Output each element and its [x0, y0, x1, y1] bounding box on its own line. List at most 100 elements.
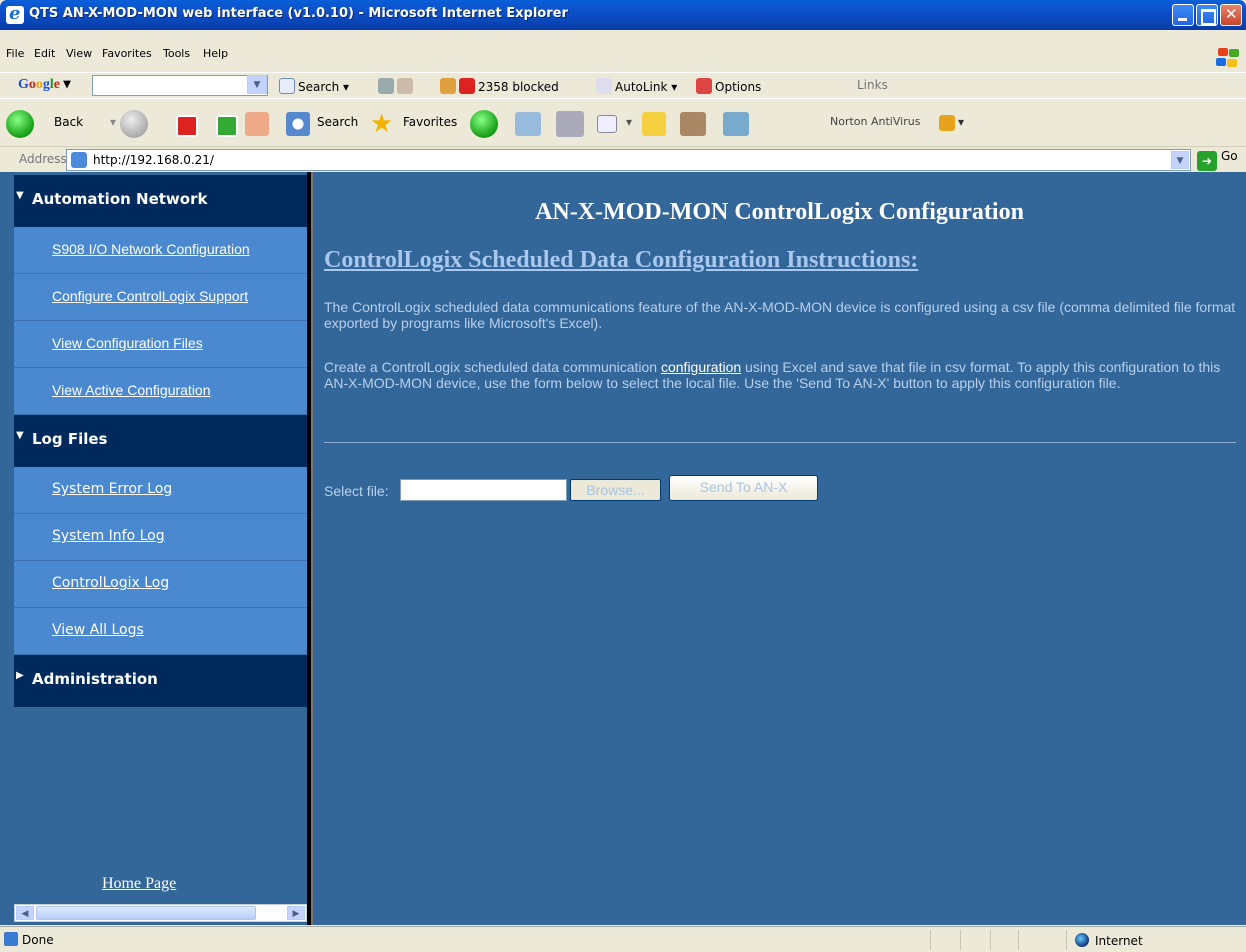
nav-item-system-info-log: System Info Log	[14, 514, 307, 561]
nav-link-configure-controllogix[interactable]: Configure ControlLogix Support	[52, 288, 248, 304]
home-page-link[interactable]: Home Page	[102, 875, 176, 893]
main-frame: AN-X-MOD-MON ControlLogix Configuration …	[313, 172, 1246, 925]
options-button[interactable]: Options	[696, 78, 761, 94]
nav-item-view-active-config: View Active Configuration	[14, 368, 307, 415]
menu-bar: File Edit View Favorites Tools Help	[0, 30, 1246, 72]
forward-arrow-icon[interactable]	[120, 110, 148, 138]
nav-link-view-all-logs[interactable]: View All Logs	[52, 622, 144, 638]
home-icon[interactable]	[245, 112, 269, 136]
edit-word-icon[interactable]	[597, 115, 617, 133]
nav-link-system-info-log[interactable]: System Info Log	[52, 528, 165, 544]
google-g-icon	[279, 78, 295, 94]
nav-link-view-active-config[interactable]: View Active Configuration	[52, 382, 211, 398]
globe-icon	[1075, 933, 1089, 947]
popup-blocker-button[interactable]: 2358 blocked	[440, 78, 559, 94]
edit-dropdown-icon[interactable]: ▾	[626, 115, 632, 129]
refresh-icon[interactable]	[216, 115, 238, 137]
instructions-paragraph-2: Create a ControlLogix scheduled data com…	[324, 359, 1221, 391]
nav-section-administration[interactable]: ▶ Administration	[14, 655, 307, 707]
status-separator	[930, 930, 931, 950]
notes-icon[interactable]	[642, 112, 666, 136]
norton-dropdown-icon[interactable]: ▾	[958, 115, 964, 129]
mail-icon[interactable]	[515, 112, 541, 136]
nav-item-configure-controllogix: Configure ControlLogix Support	[14, 274, 307, 321]
security-zone: Internet	[1075, 933, 1143, 948]
standard-toolbar: Back ▾ Search ★ Favorites ▾ Norton AntiV…	[0, 98, 1246, 146]
scroll-right-icon[interactable]: ▶	[287, 906, 305, 920]
address-bar: Address http://192.168.0.21/ ▼ ➜ Go	[0, 146, 1246, 172]
title-bar: QTS AN-X-MOD-MON web interface (v1.0.10)…	[0, 0, 1246, 30]
autolink-button[interactable]: AutoLink ▾	[596, 78, 677, 94]
menu-edit[interactable]: Edit	[34, 47, 55, 60]
nav-link-view-config-files[interactable]: View Configuration Files	[52, 335, 203, 351]
address-dropdown-icon[interactable]: ▼	[1171, 151, 1189, 169]
page-icon	[71, 152, 87, 168]
instructions-heading[interactable]: ControlLogix Scheduled Data Configuratio…	[324, 247, 918, 274]
close-button[interactable]	[1220, 4, 1242, 26]
configuration-link[interactable]: configuration	[661, 359, 741, 375]
nav-link-controllogix-log[interactable]: ControlLogix Log	[52, 575, 169, 591]
block-icon	[459, 78, 475, 94]
chevron-down-icon[interactable]: ▼	[247, 75, 267, 94]
menu-tools[interactable]: Tools	[163, 47, 190, 60]
go-button[interactable]: ➜ Go	[1197, 149, 1238, 171]
back-arrow-icon[interactable]	[6, 110, 34, 138]
scroll-left-icon[interactable]: ◀	[16, 906, 34, 920]
expanded-arrow-icon: ▼	[16, 430, 24, 441]
menu-help[interactable]: Help	[203, 47, 228, 60]
scroll-thumb[interactable]	[36, 906, 256, 920]
google-search-input[interactable]	[92, 75, 268, 96]
browse-button[interactable]: Browse...	[570, 479, 661, 501]
history-icon[interactable]	[470, 110, 498, 138]
nav-item-controllogix-log: ControlLogix Log	[14, 561, 307, 608]
address-input[interactable]: http://192.168.0.21/ ▼	[66, 149, 1191, 171]
norton-icon[interactable]	[939, 115, 955, 131]
menu-file[interactable]: File	[6, 47, 24, 60]
file-path-input[interactable]	[400, 479, 567, 501]
address-label: Address	[19, 152, 67, 166]
favorites-button[interactable]: Favorites	[403, 115, 457, 129]
nav-section-automation-network[interactable]: ▼ Automation Network	[14, 175, 307, 227]
minimize-button[interactable]	[1172, 4, 1194, 26]
back-button[interactable]: Back	[54, 115, 83, 129]
maximize-button[interactable]	[1196, 4, 1218, 26]
search-button[interactable]: Search	[317, 115, 358, 129]
research-icon[interactable]	[680, 112, 706, 136]
status-bar: Done Internet	[0, 926, 1246, 952]
messenger-icon[interactable]	[723, 112, 749, 136]
windows-logo-icon	[1214, 48, 1240, 70]
status-separator	[990, 930, 991, 950]
nav-horizontal-scrollbar[interactable]: ◀ ▶	[14, 904, 307, 922]
send-to-anx-button[interactable]: Send To AN-X	[669, 475, 818, 501]
toolbar-extra-icons[interactable]	[378, 78, 416, 94]
page-title: AN-X-MOD-MON ControlLogix Configuration	[535, 199, 1024, 225]
links-label[interactable]: Links	[857, 78, 888, 92]
search-icon[interactable]	[286, 112, 310, 136]
status-separator	[1018, 930, 1019, 950]
status-separator	[960, 930, 961, 950]
collapsed-arrow-icon: ▶	[16, 670, 24, 681]
nav-item-system-error-log: System Error Log	[14, 467, 307, 514]
menu-favorites[interactable]: Favorites	[102, 47, 152, 60]
options-icon	[696, 78, 712, 94]
favorites-star-icon[interactable]: ★	[370, 109, 393, 139]
nav-item-s908: S908 I/O Network Configuration	[14, 227, 307, 274]
google-search-button[interactable]: Search ▾	[279, 78, 349, 94]
nav-frame: ▼ Automation Network S908 I/O Network Co…	[14, 175, 307, 925]
window-title: QTS AN-X-MOD-MON web interface (v1.0.10)…	[29, 6, 568, 21]
menu-view[interactable]: View	[66, 47, 92, 60]
status-separator	[1066, 930, 1067, 950]
norton-antivirus-label[interactable]: Norton AntiVirus	[830, 115, 920, 128]
nav-item-view-all-logs: View All Logs	[14, 608, 307, 655]
google-logo[interactable]: Google ▾	[18, 76, 71, 93]
print-icon[interactable]	[556, 111, 584, 137]
nav-link-s908[interactable]: S908 I/O Network Configuration	[52, 241, 250, 257]
divider-line	[324, 442, 1236, 443]
pagerank-icon	[378, 78, 394, 94]
instructions-paragraph-1: The ControlLogix scheduled data communic…	[324, 299, 1236, 331]
go-arrow-icon: ➜	[1197, 151, 1217, 171]
nav-section-log-files[interactable]: ▼ Log Files	[14, 415, 307, 467]
back-dropdown-icon: ▾	[110, 115, 117, 129]
stop-icon[interactable]	[176, 115, 198, 137]
nav-link-system-error-log[interactable]: System Error Log	[52, 481, 172, 497]
